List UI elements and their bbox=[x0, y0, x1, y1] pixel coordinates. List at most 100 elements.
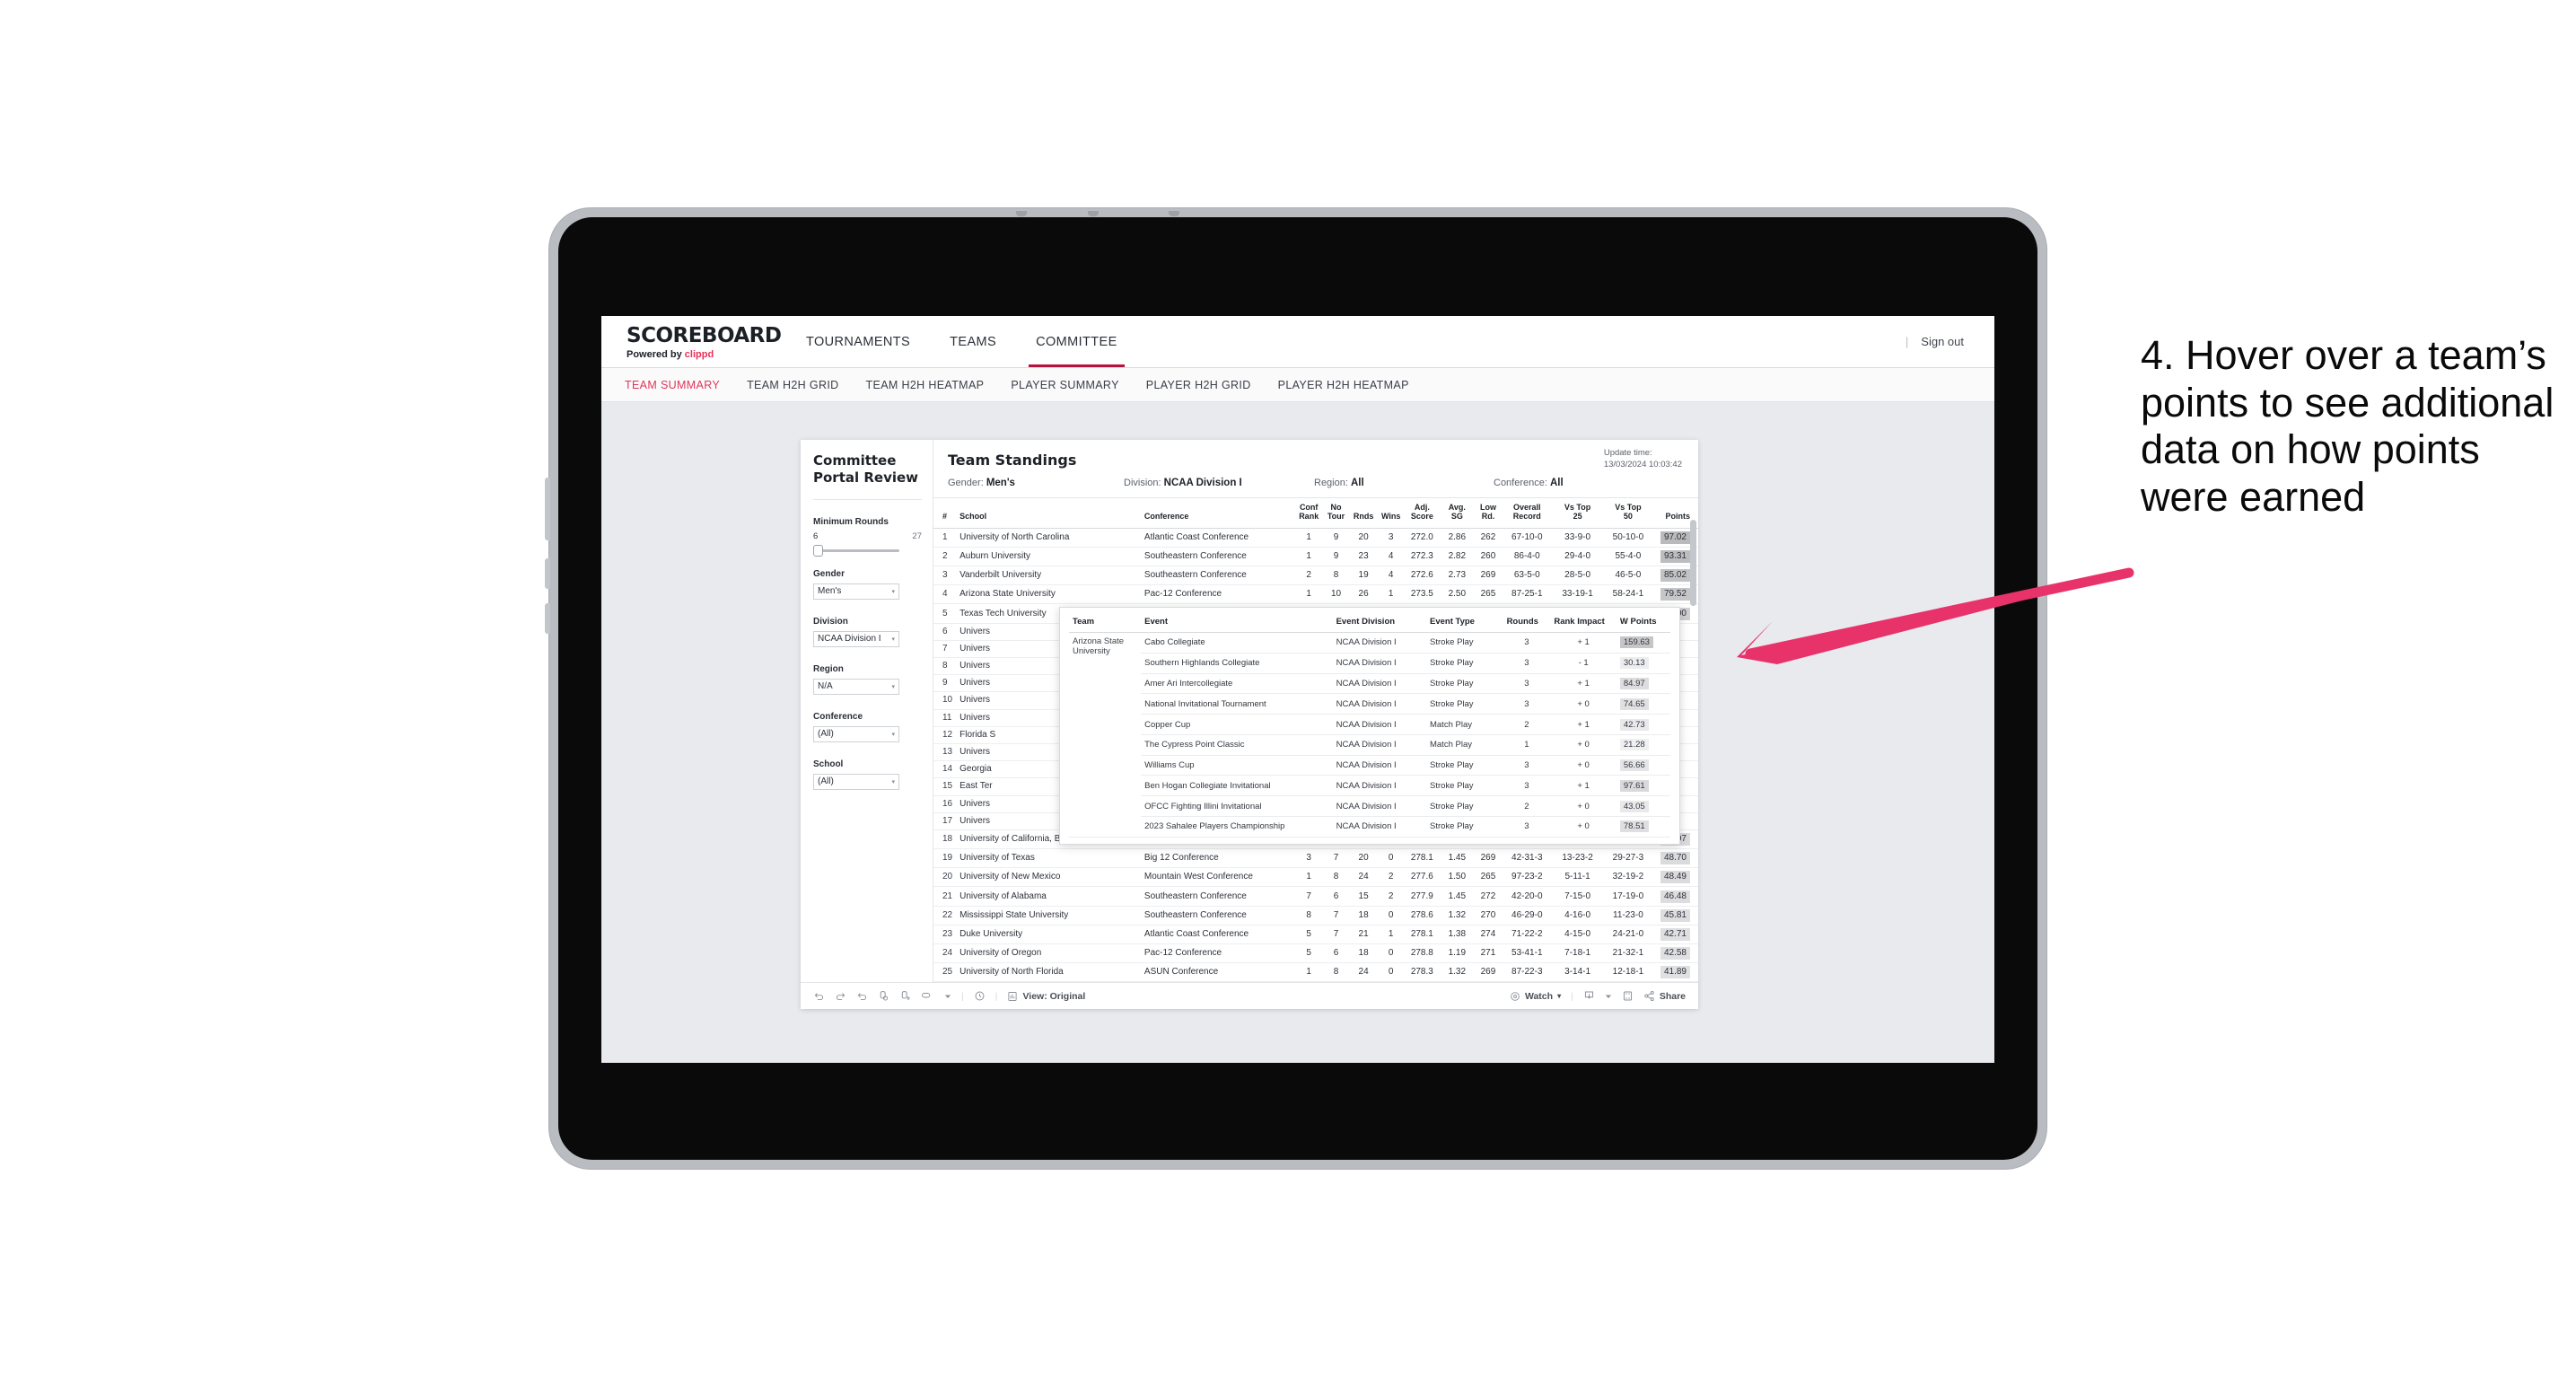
table-row[interactable]: 25 University of North Florida ASUN Confer… bbox=[933, 962, 1698, 982]
tab-player-h2h-grid[interactable]: PLAYER H2H GRID bbox=[1146, 379, 1251, 391]
cell-school: University of Alabama bbox=[957, 886, 1142, 907]
points-value[interactable]: 41.89 bbox=[1660, 966, 1690, 979]
volume-button-down[interactable] bbox=[545, 558, 550, 589]
tooltip-cell-rounds: 2 bbox=[1503, 795, 1551, 818]
device-layout-icon[interactable] bbox=[921, 990, 934, 1002]
cell-low-rd: 271 bbox=[1474, 943, 1503, 964]
table-row[interactable]: 21 University of Alabama Southeastern Conf… bbox=[933, 886, 1698, 907]
table-row[interactable]: 19 University of Texas Big 12 Conference 3 7… bbox=[933, 848, 1698, 869]
points-value[interactable]: 46.48 bbox=[1660, 890, 1690, 903]
cell-points[interactable]: 48.70 bbox=[1653, 848, 1698, 869]
col-school[interactable]: School bbox=[957, 498, 1142, 529]
download-icon[interactable] bbox=[1583, 990, 1595, 1002]
points-value[interactable]: 42.58 bbox=[1660, 947, 1690, 961]
tooltip-cell-team: Arizona State University bbox=[1069, 632, 1142, 838]
points-value[interactable]: 48.49 bbox=[1660, 871, 1690, 884]
col-vs-top-25[interactable]: Vs Top 25 bbox=[1552, 498, 1603, 529]
table-row[interactable]: 2 Auburn University Southeastern Conferenc… bbox=[933, 547, 1698, 567]
cell-points[interactable]: 42.58 bbox=[1653, 943, 1698, 964]
cell-points[interactable]: 45.81 bbox=[1653, 906, 1698, 925]
col-low-rd[interactable]: Low Rd. bbox=[1474, 498, 1503, 529]
cell-adj-score: 278.6 bbox=[1404, 906, 1440, 925]
volume-button-up[interactable] bbox=[545, 478, 550, 540]
col-conf-rank[interactable]: Conf Rank bbox=[1295, 498, 1323, 529]
col-rank[interactable]: # bbox=[933, 498, 958, 529]
cell-no-tour: 8 bbox=[1322, 566, 1350, 586]
revert-icon[interactable] bbox=[856, 990, 868, 1002]
undo-icon[interactable] bbox=[813, 990, 825, 1002]
col-rnds[interactable]: Rnds bbox=[1349, 498, 1378, 529]
cell-rank: 1 bbox=[933, 528, 958, 548]
update-time-label: Update time: bbox=[1603, 448, 1652, 458]
table-row[interactable]: 4 Arizona State University Pac-12 Conferen… bbox=[933, 584, 1698, 605]
tab-team-h2h-heatmap[interactable]: TEAM H2H HEATMAP bbox=[866, 379, 985, 391]
division-select[interactable]: NCAA Division I ▾ bbox=[813, 630, 899, 647]
minimum-rounds-slider-thumb[interactable] bbox=[813, 544, 823, 557]
cell-rnds: 24 bbox=[1349, 867, 1378, 888]
region-select[interactable]: N/A ▾ bbox=[813, 678, 899, 695]
refresh-data-icon[interactable] bbox=[878, 990, 889, 1002]
tab-player-summary[interactable]: PLAYER SUMMARY bbox=[1011, 379, 1118, 391]
points-value[interactable]: 85.02 bbox=[1660, 569, 1690, 583]
tooltip-cell-w-points: 21.28 bbox=[1616, 734, 1670, 756]
cell-vs-top-25: 29-4-0 bbox=[1552, 547, 1603, 567]
cell-rank: 11 bbox=[933, 709, 958, 727]
cell-points[interactable]: 48.49 bbox=[1653, 867, 1698, 888]
col-conference[interactable]: Conference bbox=[1141, 498, 1296, 529]
col-adj-score[interactable]: Adj. Score bbox=[1404, 498, 1440, 529]
table-row[interactable]: 1 University of North Carolina Atlantic Co… bbox=[933, 528, 1698, 548]
points-value[interactable]: 42.71 bbox=[1660, 927, 1690, 941]
col-no-tour[interactable]: No Tour bbox=[1322, 498, 1350, 529]
device-layout-caret-icon[interactable] bbox=[944, 993, 951, 1000]
cell-points[interactable]: 46.48 bbox=[1653, 886, 1698, 907]
watch-button[interactable]: Watch ▾ bbox=[1510, 991, 1561, 1002]
col-vs-top-50[interactable]: Vs Top 50 bbox=[1602, 498, 1654, 529]
minimum-rounds-slider[interactable] bbox=[813, 544, 899, 557]
conference-select[interactable]: (All) ▾ bbox=[813, 725, 899, 742]
signout-link[interactable]: Sign out bbox=[1921, 335, 1964, 348]
history-clock-icon[interactable] bbox=[974, 990, 986, 1002]
table-row[interactable]: 24 University of Oregon Pac-12 Conference 5… bbox=[933, 943, 1698, 964]
col-wins[interactable]: Wins bbox=[1377, 498, 1405, 529]
table-row[interactable]: 23 Duke University Atlantic Coast Conferen… bbox=[933, 925, 1698, 945]
school-select[interactable]: (All) ▾ bbox=[813, 773, 899, 790]
power-button[interactable] bbox=[545, 603, 550, 634]
tab-team-h2h-grid[interactable]: TEAM H2H GRID bbox=[747, 379, 838, 391]
tab-team-summary[interactable]: TEAM SUMMARY bbox=[625, 379, 720, 391]
download-caret-icon[interactable] bbox=[1605, 993, 1612, 1000]
points-value[interactable]: 79.52 bbox=[1660, 588, 1690, 601]
points-value[interactable]: 45.81 bbox=[1660, 908, 1690, 922]
table-row[interactable]: 3 Vanderbilt University Southeastern Confe… bbox=[933, 566, 1698, 586]
fullscreen-icon[interactable] bbox=[1622, 990, 1634, 1002]
brand-subtitle: Powered by clippd bbox=[626, 349, 765, 360]
nav-item-teams[interactable]: TEAMS bbox=[930, 316, 1016, 367]
active-filter-gender-value: Men's bbox=[986, 478, 1015, 488]
gender-select[interactable]: Men's ▾ bbox=[813, 583, 899, 600]
cell-points[interactable]: 41.89 bbox=[1653, 962, 1698, 982]
cell-wins: 2 bbox=[1377, 886, 1405, 907]
table-row[interactable]: 20 University of New Mexico Mountain West … bbox=[933, 867, 1698, 888]
nav-item-tournaments[interactable]: TOURNAMENTS bbox=[786, 316, 930, 367]
tab-player-h2h-heatmap[interactable]: PLAYER H2H HEATMAP bbox=[1278, 379, 1409, 391]
pause-auto-update-icon[interactable] bbox=[899, 990, 911, 1002]
cell-rnds: 20 bbox=[1349, 528, 1378, 548]
cell-points[interactable]: 42.71 bbox=[1653, 925, 1698, 945]
nav-item-committee[interactable]: COMMITTEE bbox=[1016, 316, 1137, 367]
cell-no-tour: 7 bbox=[1322, 848, 1350, 869]
points-value[interactable]: 48.70 bbox=[1660, 852, 1690, 865]
cell-vs-top-50: 11-23-0 bbox=[1602, 906, 1654, 925]
table-row[interactable]: 22 Mississippi State University Southeaste… bbox=[933, 906, 1698, 925]
view-original-button[interactable]: View: Original bbox=[1007, 991, 1085, 1002]
share-button[interactable]: Share bbox=[1643, 990, 1686, 1002]
tooltip-cell-type: Match Play bbox=[1425, 714, 1503, 735]
redo-icon[interactable] bbox=[835, 990, 846, 1002]
points-value[interactable]: 97.02 bbox=[1660, 531, 1690, 544]
col-overall-record[interactable]: Overall Record bbox=[1502, 498, 1553, 529]
points-value[interactable]: 93.31 bbox=[1660, 549, 1690, 563]
cell-low-rd: 260 bbox=[1474, 547, 1503, 567]
active-filter-region-value: All bbox=[1350, 478, 1364, 488]
cell-conf-rank: 1 bbox=[1295, 962, 1323, 982]
col-avg-sg[interactable]: Avg. SG bbox=[1439, 498, 1475, 529]
tooltip-cell-event: Amer Ari Intercollegiate bbox=[1141, 673, 1333, 695]
brand-logo[interactable]: SCOREBOARD Powered by clippd bbox=[601, 316, 782, 367]
